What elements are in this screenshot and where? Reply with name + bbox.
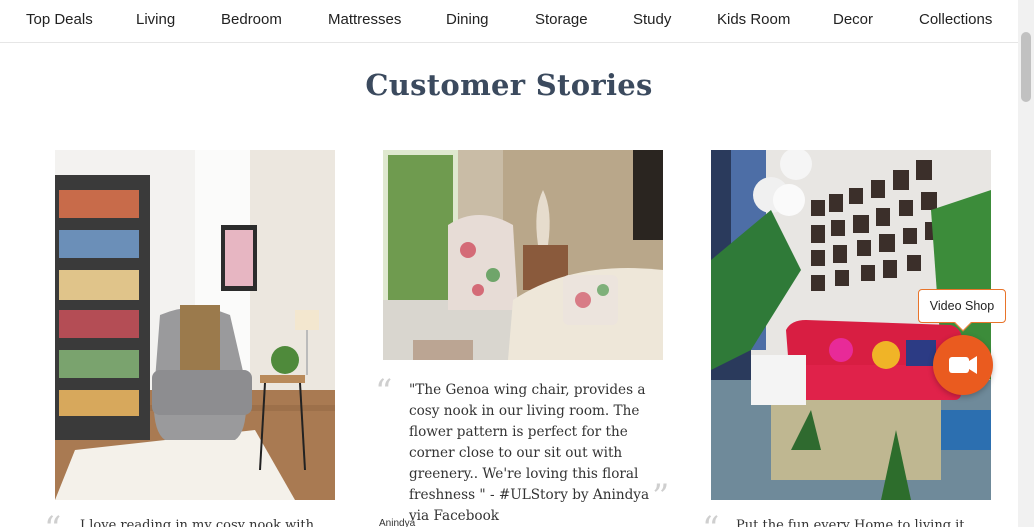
nav-decor[interactable]: Decor	[833, 11, 873, 28]
page-scrollbar[interactable]	[1018, 0, 1034, 527]
quote-open-icon: “	[375, 372, 393, 412]
scrollbar-thumb[interactable]	[1021, 32, 1031, 102]
recliner-room-photo	[55, 150, 335, 500]
nav-bedroom[interactable]: Bedroom	[221, 11, 282, 28]
quote-open-icon: “	[702, 512, 719, 527]
nav-mattresses[interactable]: Mattresses	[328, 11, 401, 28]
video-shop-button[interactable]	[933, 335, 993, 395]
nav-storage[interactable]: Storage	[535, 11, 588, 28]
nav-living[interactable]: Living	[136, 11, 175, 28]
story-image-red-sofa[interactable]	[711, 150, 991, 500]
nav-collections[interactable]: Collections	[919, 11, 992, 28]
section-title: Customer Stories	[365, 68, 653, 102]
story-caption-partial: I love reading in my cosy nook with	[80, 518, 315, 527]
story-caption-partial: Put the fun every Home to living it	[736, 518, 965, 527]
quote-close-icon: ”	[652, 477, 670, 517]
video-camera-icon	[949, 356, 977, 374]
video-shop-label[interactable]: Video Shop	[918, 289, 1006, 323]
nav-study[interactable]: Study	[633, 11, 671, 28]
wingchair-room-photo	[383, 150, 663, 360]
nav-top-deals[interactable]: Top Deals	[26, 11, 93, 28]
nav-kids-room[interactable]: Kids Room	[717, 11, 790, 28]
story-image-wingchair[interactable]	[383, 150, 663, 360]
story-image-recliner[interactable]	[55, 150, 335, 500]
top-navigation: Top Deals Living Bedroom Mattresses Dini…	[0, 0, 1018, 43]
nav-dining[interactable]: Dining	[446, 11, 489, 28]
red-sofa-room-photo	[711, 150, 991, 500]
story-author-partial: Anindya	[379, 518, 416, 527]
story-quote-text: "The Genoa wing chair, provides a cosy n…	[409, 382, 650, 524]
quote-open-icon: “	[44, 512, 61, 527]
